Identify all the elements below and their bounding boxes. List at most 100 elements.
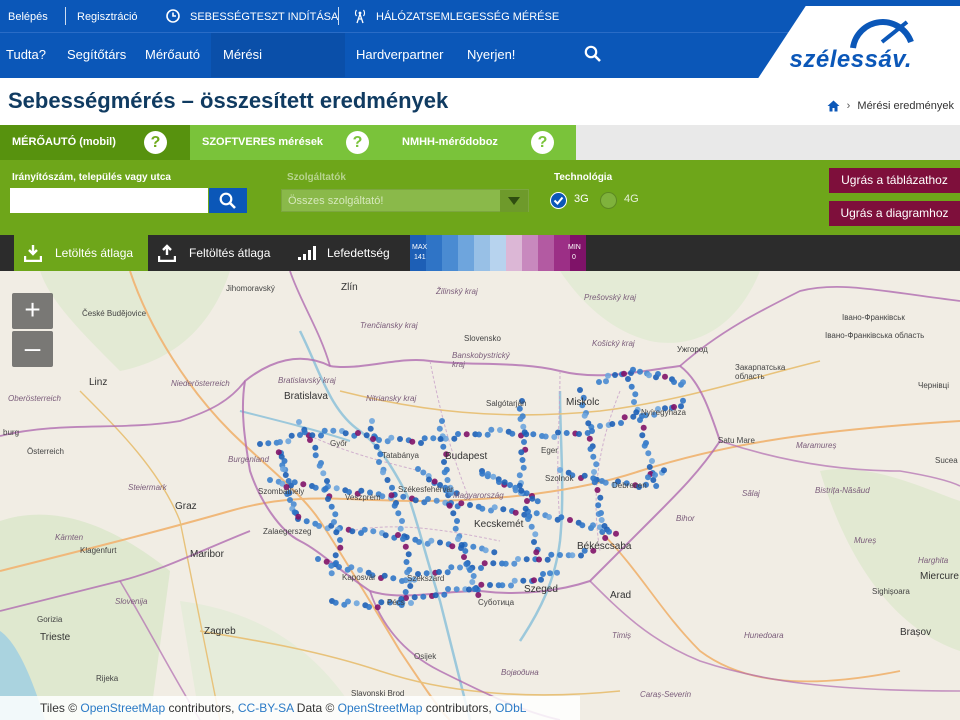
legend-swatch: [458, 235, 474, 271]
map-label: Szeged: [524, 584, 558, 595]
measurement-dot: [400, 536, 406, 542]
map-label: Rijeka: [96, 674, 119, 683]
measurement-dot: [558, 514, 565, 521]
map-label: Gorizia: [37, 615, 63, 624]
measurement-dot: [478, 581, 485, 588]
download-icon: [24, 245, 42, 262]
home-icon[interactable]: [827, 100, 840, 112]
nav-item-tudta[interactable]: Tudta?: [6, 33, 46, 77]
zoom-out-button[interactable]: –: [12, 331, 53, 367]
measurement-dot: [613, 530, 619, 537]
upload-icon: [158, 244, 176, 262]
tab-szoftveres[interactable]: SZOFTVERES mérések ?: [190, 125, 390, 160]
measurement-dot: [631, 399, 637, 405]
osm-data-link[interactable]: OpenStreetMap: [338, 701, 423, 715]
tab-meroauto[interactable]: MÉRŐAUTÓ (mobil) ?: [0, 125, 190, 160]
measurement-dot: [449, 543, 456, 550]
measurement-dot: [428, 537, 435, 544]
tab-nmhh-merodoboz[interactable]: NMHH-mérődoboz ?: [390, 125, 576, 160]
measurement-dot: [378, 599, 385, 606]
provider-select[interactable]: Összes szolgáltató!: [281, 189, 529, 212]
measurement-dot: [500, 506, 507, 513]
radio-4g-label: 4G: [624, 193, 639, 205]
mode-coverage[interactable]: Lefedettség: [290, 235, 406, 271]
measurement-dot: [533, 510, 540, 517]
nav-item-hardverpartner[interactable]: Hardverpartner: [356, 33, 443, 77]
measurement-dot: [409, 438, 416, 445]
cc-by-sa-link[interactable]: CC-BY-SA: [238, 701, 294, 715]
measurement-dot: [462, 548, 469, 554]
odbl-link[interactable]: ODbL: [495, 701, 526, 715]
osm-link[interactable]: OpenStreetMap: [80, 701, 165, 715]
mode-upload[interactable]: Feltöltés átlaga: [150, 235, 282, 271]
measurement-dot: [485, 471, 491, 477]
nav-item-segitotars[interactable]: Segítőtárs: [67, 33, 126, 77]
measurement-dot: [407, 583, 414, 589]
measurement-dot: [578, 552, 584, 559]
measurement-dot: [389, 484, 395, 491]
jump-to-chart-button[interactable]: Ugrás a diagramhoz: [829, 201, 960, 226]
map-label: Košický kraj: [592, 339, 635, 348]
measurement-dot: [625, 376, 631, 382]
measurement-dot: [516, 472, 523, 479]
zoom-in-button[interactable]: +: [12, 293, 53, 329]
nav-item-meresi-eredmenyek[interactable]: Mérési eredmények: [211, 33, 345, 106]
measurement-dot: [533, 549, 540, 556]
measurement-dot: [590, 475, 597, 482]
speedtest-link[interactable]: SEBESSÉGTESZT INDÍTÁSA: [190, 0, 338, 32]
map-label: Graz: [175, 501, 197, 512]
measurement-dot: [432, 592, 439, 599]
register-link[interactable]: Regisztráció: [77, 0, 138, 32]
map-label: Војводина: [501, 668, 539, 677]
measurement-dot: [318, 432, 324, 439]
search-icon[interactable]: [584, 45, 602, 63]
measurement-dot: [508, 582, 514, 589]
measurement-dot: [602, 479, 609, 486]
measurement-dot: [458, 500, 465, 507]
measurement-dot: [416, 539, 422, 545]
nav-item-nyerjen[interactable]: Nyerjen!: [467, 33, 515, 77]
network-neutrality-link[interactable]: HÁLÓZATSEMLEGESSÉG MÉRÉSE: [376, 0, 559, 32]
radio-3g[interactable]: [550, 192, 567, 209]
measurement-dot: [524, 498, 530, 504]
measurement-dot: [632, 391, 639, 398]
measurement-dot: [316, 462, 323, 469]
measurement-dot: [421, 435, 428, 442]
measurement-dot: [349, 528, 356, 535]
help-icon[interactable]: ?: [144, 131, 167, 154]
measurement-dot: [521, 439, 527, 445]
map-label: Kecskemét: [474, 519, 524, 530]
map-label: Субoтица: [478, 598, 515, 607]
map-label: Івано-Франківськ: [842, 313, 905, 322]
measurement-dot: [649, 458, 655, 464]
help-icon[interactable]: ?: [531, 131, 554, 154]
measurement-dot: [382, 532, 389, 539]
measurement-dot: [441, 591, 448, 598]
measurement-dot: [482, 547, 489, 554]
measurement-tabs: MÉRŐAUTÓ (mobil) ? SZOFTVERES mérések ? …: [0, 125, 960, 160]
measurement-dot: [328, 562, 335, 569]
nav-item-meroauto[interactable]: Mérőautó: [145, 33, 200, 77]
measurement-dot: [479, 470, 486, 477]
measurement-dot: [451, 435, 458, 442]
location-search-input[interactable]: [10, 188, 208, 213]
measurement-dot: [333, 485, 340, 492]
login-link[interactable]: Belépés: [8, 0, 48, 32]
measurement-dot: [399, 518, 405, 524]
attribution-text: contributors,: [168, 701, 235, 715]
measurement-dot: [547, 570, 553, 577]
help-icon[interactable]: ?: [346, 131, 369, 154]
map-label: Békéscsaba: [577, 541, 632, 552]
map-label: Szombathely: [258, 487, 305, 496]
jump-to-table-button[interactable]: Ugrás a táblázathoz: [829, 168, 960, 193]
map-label: Timiș: [612, 631, 632, 640]
map-label: Arad: [610, 590, 632, 601]
map-label: Steiermark: [128, 483, 167, 492]
map-label: Salgótarján: [486, 399, 527, 408]
location-search-button[interactable]: [209, 188, 247, 213]
measurement-map[interactable]: + – Jihomoravský Zlín České Budějovice Ž…: [0, 271, 960, 720]
logo-text: szélessáv.: [789, 46, 912, 73]
measurement-dot: [301, 429, 308, 436]
mode-download[interactable]: Letöltés átlaga: [14, 235, 148, 271]
radio-4g[interactable]: [600, 192, 617, 209]
